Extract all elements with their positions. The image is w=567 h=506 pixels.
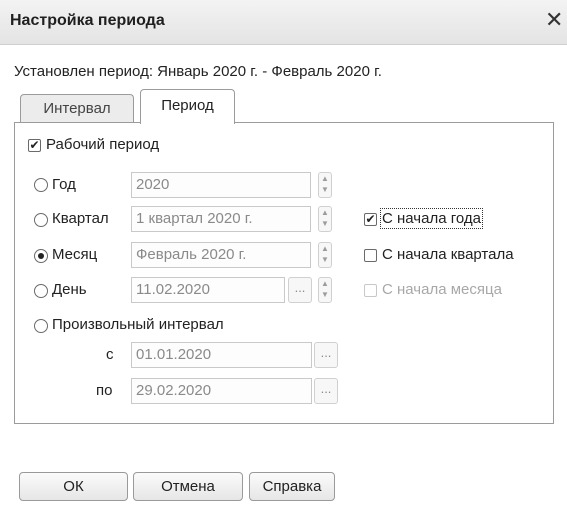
close-icon[interactable]: ✕ <box>545 9 563 31</box>
from-date-ellipsis-icon[interactable]: ... <box>314 342 338 368</box>
to-date-field[interactable]: 29.02.2020 <box>131 378 312 404</box>
quarter-field[interactable]: 1 квартал 2020 г. <box>131 206 311 232</box>
tab-interval[interactable]: Интервал <box>20 94 134 123</box>
radio-selected-dot <box>38 253 44 259</box>
tab-period[interactable]: Период <box>140 89 235 124</box>
cancel-button[interactable]: Отмена <box>133 472 243 501</box>
radio-quarter-label: Квартал <box>52 210 109 227</box>
window-title: Настройка периода <box>10 12 165 29</box>
year-field[interactable]: 2020 <box>131 172 311 198</box>
help-button[interactable]: Справка <box>249 472 335 501</box>
from-month-start-label: С начала месяца <box>382 281 502 298</box>
radio-day-label: День <box>52 281 87 298</box>
month-spinner-icon[interactable]: ▲ ▼ <box>318 242 332 268</box>
from-month-start-checkbox[interactable] <box>364 284 377 297</box>
period-summary: Установлен период: Январь 2020 г. - Февр… <box>14 63 382 80</box>
work-period-label: Рабочий период <box>46 136 160 153</box>
ok-button[interactable]: ОК <box>19 472 128 501</box>
from-date-field[interactable]: 01.01.2020 <box>131 342 312 368</box>
radio-month-label: Месяц <box>52 246 98 263</box>
radio-custom-interval[interactable] <box>34 319 48 333</box>
from-quarter-start-checkbox[interactable] <box>364 249 377 262</box>
radio-year[interactable] <box>34 178 48 192</box>
day-field[interactable]: 11.02.2020 <box>131 277 285 303</box>
month-field[interactable]: Февраль 2020 г. <box>131 242 311 268</box>
to-date-ellipsis-icon[interactable]: ... <box>314 378 338 404</box>
radio-month[interactable] <box>34 249 48 263</box>
from-year-start-checkbox[interactable]: ✔ <box>364 213 377 226</box>
radio-day[interactable] <box>34 284 48 298</box>
radio-year-label: Год <box>52 176 76 193</box>
day-spinner-icon[interactable]: ▲ ▼ <box>318 277 332 303</box>
from-label: с <box>106 346 114 363</box>
from-quarter-start-label: С начала квартала <box>382 246 514 263</box>
radio-custom-interval-label: Произвольный интервал <box>52 316 224 333</box>
day-select-ellipsis-icon[interactable]: ... <box>288 277 312 303</box>
from-year-start-label: С начала года <box>380 208 483 229</box>
to-label: по <box>96 382 113 399</box>
radio-quarter[interactable] <box>34 213 48 227</box>
year-spinner-icon[interactable]: ▲ ▼ <box>318 172 332 198</box>
work-period-checkbox[interactable]: ✔ <box>28 139 41 152</box>
quarter-spinner-icon[interactable]: ▲ ▼ <box>318 206 332 232</box>
